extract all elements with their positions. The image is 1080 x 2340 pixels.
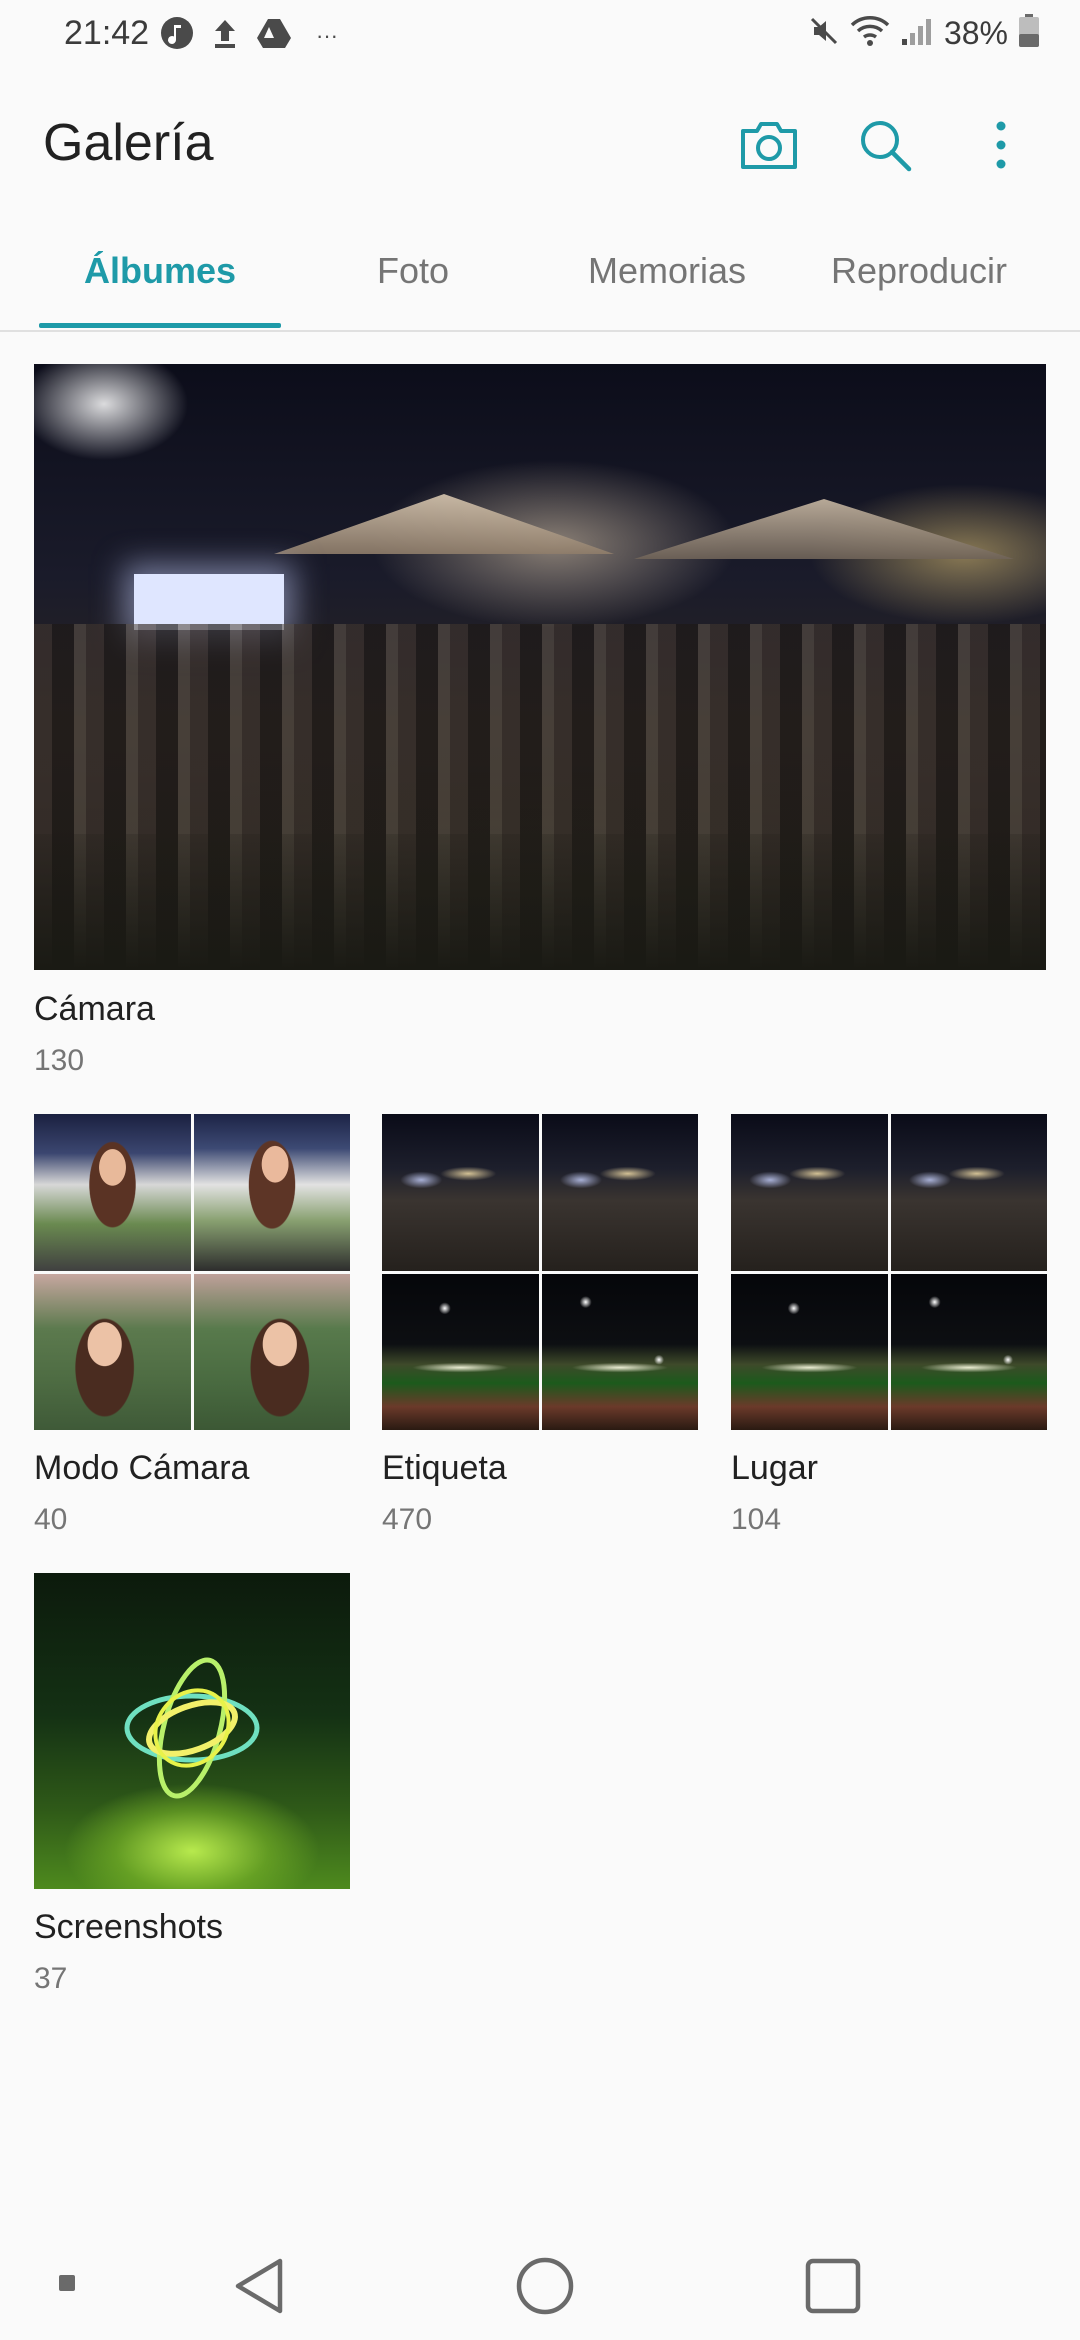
battery-percent: 38% [943,15,1008,51]
album-cover-camara[interactable] [34,364,1046,970]
signal-icon [900,15,934,52]
thumbnail [34,1114,191,1271]
status-time: 21:42 [64,14,150,52]
home-button[interactable] [507,2248,583,2324]
wifi-icon [850,15,890,52]
battery-icon [1018,14,1040,53]
dot-icon [59,2275,75,2291]
thumbnail [731,1273,888,1430]
thumbnail [382,1114,539,1271]
thumbnail [34,1273,191,1430]
upload-icon [210,17,240,54]
album-cover-lugar[interactable] [731,1114,1047,1430]
more-dots-icon: ··· [316,22,338,48]
back-icon [235,2258,283,2314]
album-count: 37 [34,1962,68,1995]
camera-icon [741,122,797,169]
thumbnail [890,1273,1047,1430]
album-count: 40 [34,1503,68,1536]
search-button[interactable] [850,110,920,180]
thumbnail [124,1657,260,1799]
tab-foto[interactable]: Foto [300,250,526,292]
camera-button[interactable] [734,110,804,180]
thumbnail [731,1114,888,1271]
dot-button[interactable] [52,2268,82,2298]
album-count: 470 [382,1503,433,1536]
tab-albumes[interactable]: Álbumes [39,250,281,292]
recents-icon [805,2258,861,2314]
thumbnail [541,1273,698,1430]
thumbnail [193,1114,350,1271]
music-icon [160,16,194,55]
thumbnail [890,1114,1047,1271]
tab-memorias[interactable]: Memorias [560,250,774,292]
album-name: Lugar [731,1449,818,1487]
page-title: Galería [43,114,214,172]
overflow-menu-icon [996,121,1006,169]
mute-icon [808,15,840,52]
system-status-icons: 38% [808,14,1040,53]
album-count: 104 [731,1503,782,1536]
tab-reproducir[interactable]: Reproducir [812,250,1026,292]
recents-button[interactable] [795,2248,871,2324]
album-cover-modo-camara[interactable] [34,1114,350,1430]
thumbnail [193,1273,350,1430]
album-name: Etiqueta [382,1449,507,1487]
album-name: Cámara [34,990,155,1028]
app-bar: Galería [0,90,1080,200]
search-icon [861,121,912,172]
thumbnail [382,1273,539,1430]
album-count: 130 [34,1044,85,1077]
album-name: Screenshots [34,1908,223,1946]
tab-indicator [39,323,281,328]
album-cover-screenshots[interactable] [34,1573,350,1889]
album-cover-etiqueta[interactable] [382,1114,698,1430]
tab-bar: Álbumes Foto Memorias Reproducir [0,230,1080,332]
status-bar: 21:42 ··· 38% [0,0,1080,70]
navigation-bar [0,2220,1080,2340]
thumbnail [541,1114,698,1271]
album-name: Modo Cámara [34,1449,250,1487]
back-button[interactable] [222,2248,298,2324]
overflow-menu-button[interactable] [966,110,1036,180]
home-icon [516,2257,574,2315]
drive-icon [256,17,292,54]
notification-icons: ··· [160,16,338,55]
